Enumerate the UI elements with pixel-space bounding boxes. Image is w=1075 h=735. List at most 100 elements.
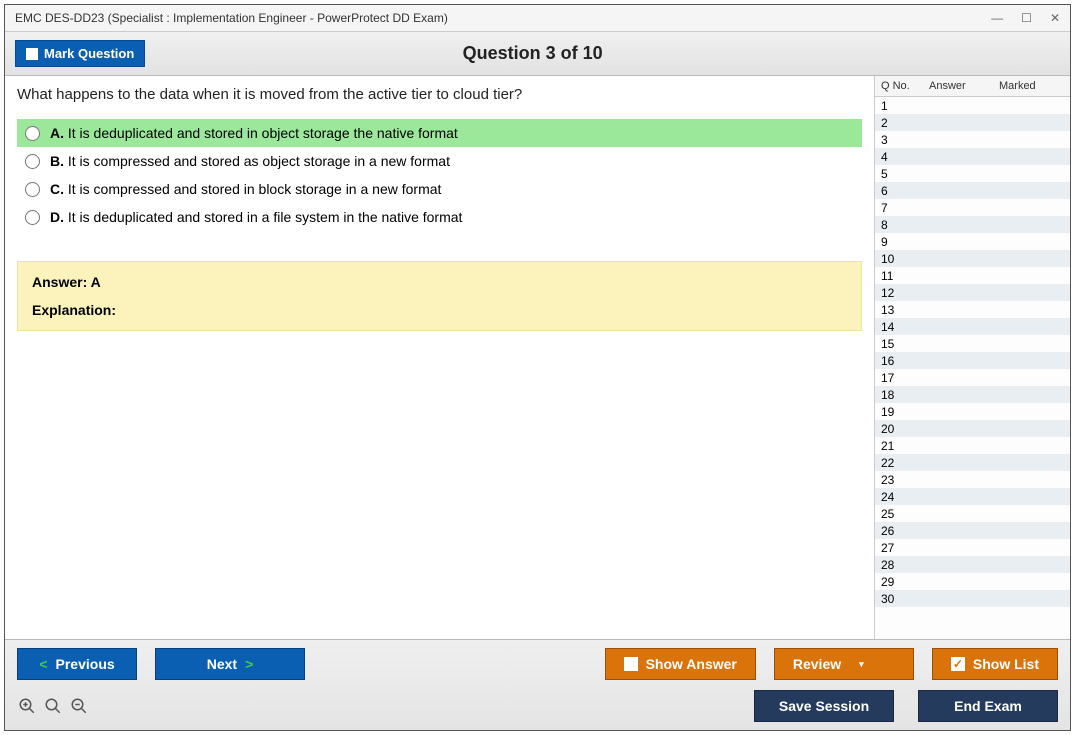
row-qno: 16 (875, 354, 923, 368)
row-qno: 25 (875, 507, 923, 521)
question-list-row[interactable]: 12 (875, 284, 1070, 301)
options-list: A. It is deduplicated and stored in obje… (17, 119, 862, 231)
row-qno: 13 (875, 303, 923, 317)
question-list-row[interactable]: 6 (875, 182, 1070, 199)
save-session-label: Save Session (779, 698, 869, 714)
row-qno: 8 (875, 218, 923, 232)
question-list-body[interactable]: 1234567891011121314151617181920212223242… (875, 97, 1070, 639)
option-radio[interactable] (25, 210, 40, 225)
question-list-row[interactable]: 2 (875, 114, 1070, 131)
question-list-row[interactable]: 8 (875, 216, 1070, 233)
question-list-row[interactable]: 3 (875, 131, 1070, 148)
question-list-row[interactable]: 30 (875, 590, 1070, 607)
option-a[interactable]: A. It is deduplicated and stored in obje… (17, 119, 862, 147)
row-qno: 23 (875, 473, 923, 487)
question-list-row[interactable]: 24 (875, 488, 1070, 505)
question-list-row[interactable]: 26 (875, 522, 1070, 539)
question-list-row[interactable]: 14 (875, 318, 1070, 335)
question-list-row[interactable]: 27 (875, 539, 1070, 556)
footer-row-2: Save Session End Exam (17, 690, 1058, 722)
save-session-button[interactable]: Save Session (754, 690, 894, 722)
zoom-in-icon[interactable] (43, 696, 63, 716)
row-qno: 27 (875, 541, 923, 555)
show-answer-button[interactable]: Show Answer (605, 648, 756, 680)
row-qno: 29 (875, 575, 923, 589)
question-list-row[interactable]: 11 (875, 267, 1070, 284)
titlebar: EMC DES-DD23 (Specialist : Implementatio… (5, 5, 1070, 32)
option-b[interactable]: B. It is compressed and stored as object… (17, 147, 862, 175)
close-icon[interactable]: ✕ (1050, 11, 1060, 25)
question-text: What happens to the data when it is move… (17, 86, 862, 103)
question-list-row[interactable]: 5 (875, 165, 1070, 182)
window-controls: — ☐ ✕ (991, 11, 1060, 25)
question-list-row[interactable]: 28 (875, 556, 1070, 573)
question-list-row[interactable]: 29 (875, 573, 1070, 590)
window-title: EMC DES-DD23 (Specialist : Implementatio… (15, 11, 448, 25)
question-list-row[interactable]: 4 (875, 148, 1070, 165)
next-button[interactable]: Next > (155, 648, 305, 680)
option-radio[interactable] (25, 126, 40, 141)
zoom-reset-icon[interactable] (17, 696, 37, 716)
row-qno: 19 (875, 405, 923, 419)
chevron-right-icon: > (245, 656, 253, 672)
row-qno: 24 (875, 490, 923, 504)
question-list-row[interactable]: 19 (875, 403, 1070, 420)
option-label: C. It is compressed and stored in block … (50, 181, 441, 197)
row-qno: 3 (875, 133, 923, 147)
option-label: B. It is compressed and stored as object… (50, 153, 450, 169)
option-label: D. It is deduplicated and stored in a fi… (50, 209, 462, 225)
minimize-icon[interactable]: — (991, 11, 1003, 25)
explanation-label: Explanation: (32, 302, 847, 318)
row-qno: 20 (875, 422, 923, 436)
review-button[interactable]: Review ▾ (774, 648, 914, 680)
mark-question-button[interactable]: Mark Question (15, 40, 145, 67)
row-qno: 17 (875, 371, 923, 385)
question-list-row[interactable]: 13 (875, 301, 1070, 318)
main-column: What happens to the data when it is move… (5, 76, 874, 639)
row-qno: 26 (875, 524, 923, 538)
row-qno: 6 (875, 184, 923, 198)
question-list-row[interactable]: 18 (875, 386, 1070, 403)
option-label: A. It is deduplicated and stored in obje… (50, 125, 458, 141)
question-list-panel: Q No. Answer Marked 12345678910111213141… (874, 76, 1070, 639)
row-qno: 18 (875, 388, 923, 402)
question-list-row[interactable]: 22 (875, 454, 1070, 471)
app-window: EMC DES-DD23 (Specialist : Implementatio… (4, 4, 1071, 731)
option-d[interactable]: D. It is deduplicated and stored in a fi… (17, 203, 862, 231)
question-list-row[interactable]: 15 (875, 335, 1070, 352)
maximize-icon[interactable]: ☐ (1021, 11, 1032, 25)
question-list-row[interactable]: 25 (875, 505, 1070, 522)
question-list-row[interactable]: 16 (875, 352, 1070, 369)
row-qno: 2 (875, 116, 923, 130)
previous-button[interactable]: < Previous (17, 648, 137, 680)
question-list-row[interactable]: 21 (875, 437, 1070, 454)
option-c[interactable]: C. It is compressed and stored in block … (17, 175, 862, 203)
question-list-row[interactable]: 1 (875, 97, 1070, 114)
row-qno: 12 (875, 286, 923, 300)
question-header: Mark Question Question 3 of 10 (5, 32, 1070, 76)
zoom-out-icon[interactable] (69, 696, 89, 716)
col-marked: Marked (993, 76, 1070, 96)
end-exam-button[interactable]: End Exam (918, 690, 1058, 722)
question-list-header: Q No. Answer Marked (875, 76, 1070, 97)
question-list-row[interactable]: 17 (875, 369, 1070, 386)
option-radio[interactable] (25, 154, 40, 169)
question-list-row[interactable]: 9 (875, 233, 1070, 250)
question-list-row[interactable]: 7 (875, 199, 1070, 216)
row-qno: 30 (875, 592, 923, 606)
question-list-row[interactable]: 20 (875, 420, 1070, 437)
option-radio[interactable] (25, 182, 40, 197)
footer: < Previous Next > Show Answer Review ▾ ✓… (5, 639, 1070, 730)
question-list-row[interactable]: 23 (875, 471, 1070, 488)
row-qno: 14 (875, 320, 923, 334)
row-qno: 15 (875, 337, 923, 351)
question-counter: Question 3 of 10 (145, 43, 920, 64)
chevron-left-icon: < (39, 656, 47, 672)
row-qno: 9 (875, 235, 923, 249)
chevron-down-icon: ▾ (859, 659, 864, 670)
end-exam-label: End Exam (954, 698, 1022, 714)
col-answer: Answer (923, 76, 993, 96)
show-answer-checkbox-icon (624, 657, 638, 671)
show-list-button[interactable]: ✓ Show List (932, 648, 1058, 680)
question-list-row[interactable]: 10 (875, 250, 1070, 267)
